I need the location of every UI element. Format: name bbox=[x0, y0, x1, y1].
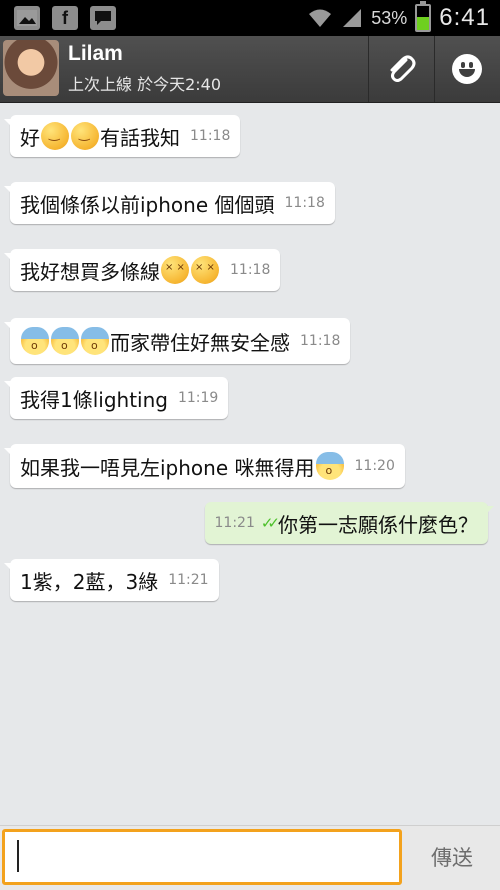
message-time: 11:18 bbox=[190, 128, 231, 144]
fearful-emoji-icon bbox=[21, 327, 49, 355]
message-bubble-outgoing[interactable]: 11:21 ✓✓ 你第一志願係什麼色？ bbox=[204, 502, 494, 544]
message-bubble[interactable]: 而家帶住好無安全感 11:18 bbox=[3, 318, 351, 364]
message-bubble[interactable]: 好 有話我知 11:18 bbox=[3, 115, 241, 157]
message-time: 11:18 bbox=[230, 262, 271, 278]
message-bubble[interactable]: 我得1條lighting 11:19 bbox=[3, 377, 229, 419]
tired-emoji-icon bbox=[191, 256, 219, 284]
fearful-emoji-icon bbox=[81, 327, 109, 355]
message-text: 我好想買多條線 bbox=[20, 259, 160, 284]
message-input[interactable] bbox=[2, 829, 402, 885]
attach-button[interactable] bbox=[368, 36, 433, 102]
message-bubble[interactable]: 如果我一唔見左iphone 咪無得用 11:20 bbox=[4, 444, 405, 488]
message-text: 你第一志願係什麼色？ bbox=[278, 512, 478, 537]
text-caret bbox=[17, 840, 19, 872]
avatar[interactable] bbox=[3, 40, 59, 96]
message-bubble[interactable]: 我個條係以前iphone 個個頭 11:18 bbox=[4, 182, 335, 224]
message-time: 11:18 bbox=[284, 195, 325, 211]
wifi-icon bbox=[309, 9, 332, 27]
message-time: 11:21 bbox=[168, 572, 209, 588]
message-time: 11:19 bbox=[177, 390, 219, 406]
composer: 傳送 bbox=[0, 825, 500, 890]
facebook-icon: f bbox=[52, 6, 78, 30]
blush-emoji-icon bbox=[41, 122, 69, 150]
status-right: 53% 6:41 bbox=[307, 0, 490, 36]
message-time: 11:20 bbox=[354, 458, 395, 474]
paperclip-icon bbox=[390, 55, 416, 82]
last-seen: 上次上線 於今天2:40 bbox=[68, 75, 222, 94]
message-text: 我個條係以前iphone 個個頭 bbox=[20, 192, 275, 217]
message-text: 而家帶住好無安全感 bbox=[110, 330, 290, 355]
message-text: 好 bbox=[20, 125, 40, 150]
message-time: 11:21 bbox=[214, 515, 255, 531]
message-bubble[interactable]: 我好想買多條線 11:18 bbox=[3, 249, 281, 291]
read-receipt-icon: ✓✓ bbox=[260, 514, 280, 532]
clock: 6:41 bbox=[439, 4, 490, 31]
signal-icon bbox=[343, 9, 362, 27]
gallery-icon bbox=[14, 6, 40, 30]
blush-emoji-icon bbox=[71, 122, 99, 150]
battery-icon bbox=[415, 1, 432, 32]
message-text: 如果我一唔見左iphone 咪無得用 bbox=[20, 455, 315, 480]
message-list[interactable]: 好 有話我知 11:18 我個條係以前iphone 個個頭 11:18 我好想買… bbox=[0, 103, 500, 825]
smiley-icon bbox=[452, 54, 482, 84]
notification-icons: f bbox=[14, 6, 116, 30]
fearful-emoji-icon bbox=[51, 327, 79, 355]
chat-header: Lilam 上次上線 於今天2:40 bbox=[0, 36, 500, 103]
message-text: 有話我知 bbox=[100, 125, 180, 150]
message-text: 我得1條lighting bbox=[20, 387, 168, 412]
contact-name[interactable]: Lilam bbox=[68, 42, 123, 66]
message-text: 1紫，2藍，3綠 bbox=[20, 569, 159, 594]
battery-fill bbox=[417, 17, 430, 30]
emoji-button[interactable] bbox=[434, 36, 499, 102]
message-time: 11:18 bbox=[300, 333, 341, 349]
message-bubble[interactable]: 1紫，2藍，3綠 11:21 bbox=[4, 559, 219, 601]
tired-emoji-icon bbox=[161, 256, 189, 284]
chat-icon bbox=[90, 6, 116, 30]
battery-percent: 53% bbox=[371, 7, 408, 28]
fearful-emoji-icon bbox=[315, 452, 344, 480]
send-button[interactable]: 傳送 bbox=[406, 829, 498, 885]
status-bar: f 53% 6:41 bbox=[0, 0, 500, 36]
